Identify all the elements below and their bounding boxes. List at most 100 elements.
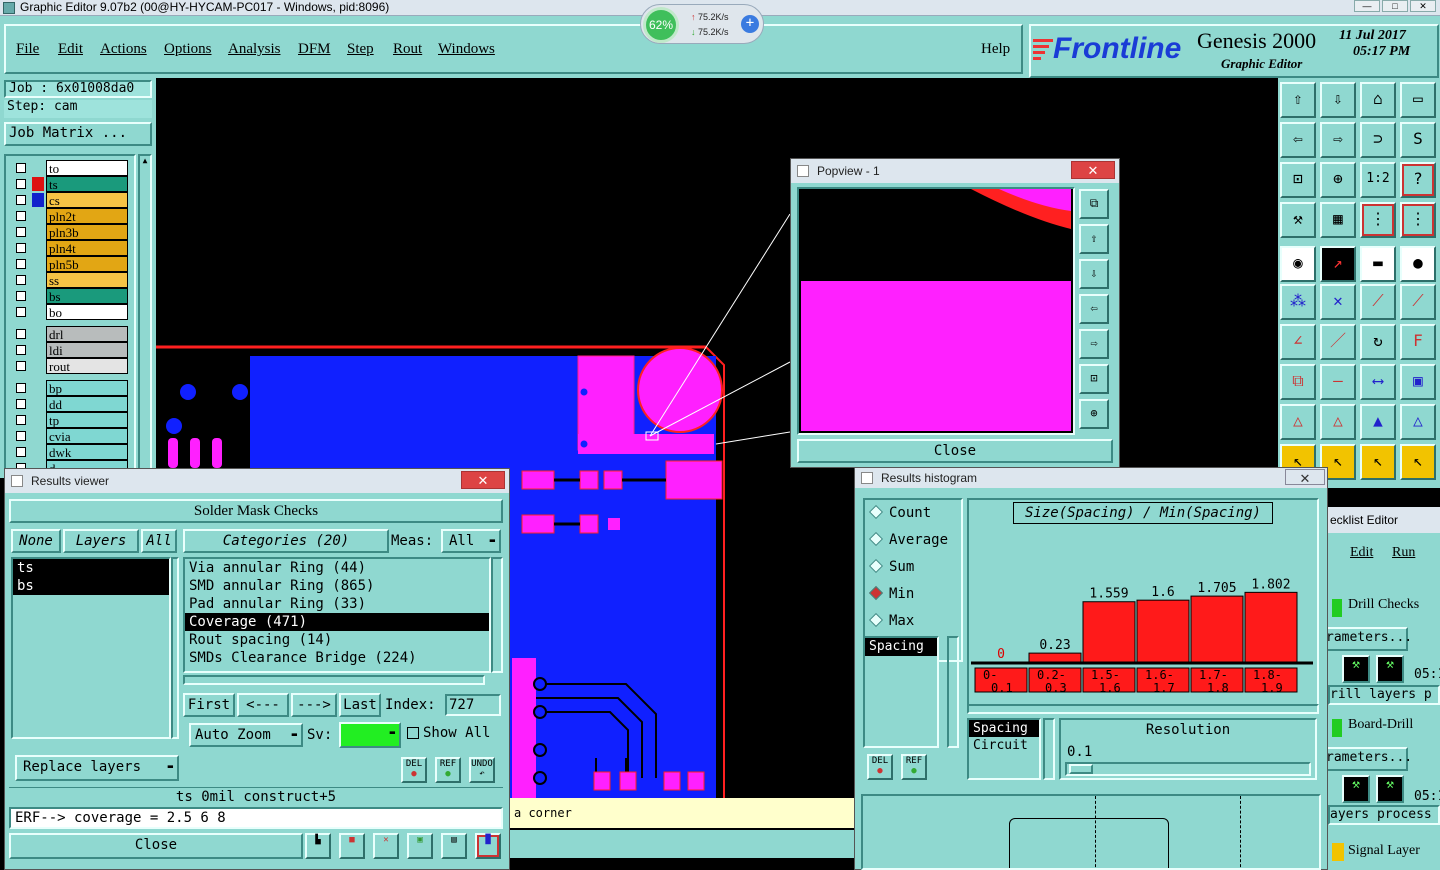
home-view-icon[interactable]: ⌂ bbox=[1360, 82, 1396, 118]
radio-max[interactable]: Max bbox=[868, 612, 914, 630]
radio-sum[interactable]: Sum bbox=[868, 558, 914, 576]
chart-icon[interactable]: ▙ bbox=[305, 833, 331, 859]
triangle-tool-icon[interactable]: △ bbox=[1280, 404, 1316, 440]
line-edit-icon[interactable]: ⟋ bbox=[1400, 284, 1436, 320]
menu-edit[interactable]: Edit bbox=[58, 41, 83, 58]
window-view-icon[interactable]: ▭ bbox=[1400, 82, 1436, 118]
pan-up-tool-icon[interactable]: ⇧ bbox=[1280, 82, 1316, 118]
pointer-edit-icon[interactable]: ↖ bbox=[1400, 444, 1436, 480]
triangle-measure-icon[interactable]: △ bbox=[1400, 404, 1436, 440]
pan-left-tool-icon[interactable]: ⇦ bbox=[1280, 122, 1316, 158]
layer-checkbox[interactable] bbox=[16, 383, 26, 393]
categories-button[interactable]: Categories (20) bbox=[183, 529, 389, 553]
popview-up-icon[interactable]: ⇧ bbox=[1079, 224, 1109, 254]
run-check-icon[interactable]: ⚒ bbox=[1342, 655, 1370, 683]
list-item[interactable]: bs bbox=[13, 577, 169, 595]
layer-name[interactable]: ts bbox=[46, 176, 128, 192]
close-icon[interactable]: ✕ bbox=[1285, 469, 1325, 486]
menu-dfm[interactable]: DFM bbox=[298, 41, 331, 58]
layer-row-ss[interactable]: ss bbox=[14, 272, 130, 288]
layer-name[interactable]: bp bbox=[46, 380, 128, 396]
layer-color-swatch[interactable] bbox=[32, 193, 44, 207]
radio-average[interactable]: Average bbox=[868, 531, 948, 549]
popview-down-icon[interactable]: ⇩ bbox=[1079, 259, 1109, 289]
layer-checkbox[interactable] bbox=[16, 329, 26, 339]
layer-checkbox[interactable] bbox=[16, 361, 26, 371]
layer-row-pln3b[interactable]: pln3b bbox=[14, 224, 130, 240]
zoom-fit-icon[interactable]: ⊡ bbox=[1280, 162, 1316, 198]
replace-layers-dropdown[interactable]: Replace layers ▬ bbox=[15, 755, 179, 781]
triangle-filled-icon[interactable]: ▲ bbox=[1360, 404, 1396, 440]
mirror-view-icon[interactable]: ⊃ bbox=[1360, 122, 1396, 158]
layer-row-to[interactable]: to bbox=[14, 160, 130, 176]
pan-right-tool-icon[interactable]: ⇨ bbox=[1320, 122, 1356, 158]
histogram-icon[interactable]: ▐▌ bbox=[475, 833, 501, 859]
layer-checkbox[interactable] bbox=[16, 307, 26, 317]
layer-scrollbar[interactable]: ▲ bbox=[138, 154, 152, 478]
layer-row-ts[interactable]: ts bbox=[14, 176, 130, 192]
green-marker-icon[interactable]: ▣ bbox=[407, 833, 433, 859]
popview-fit-icon[interactable]: ⊡ bbox=[1079, 364, 1109, 394]
layer-row-cvia[interactable]: cvia bbox=[14, 428, 130, 444]
select-feature-icon[interactable]: ◉ bbox=[1280, 246, 1316, 282]
popview-center-icon[interactable]: ⊕ bbox=[1079, 399, 1109, 429]
del-button[interactable]: DEL ● bbox=[401, 757, 427, 783]
maximize-button[interactable]: □ bbox=[1382, 0, 1408, 12]
list-item[interactable]: Circuit bbox=[969, 737, 1039, 754]
ref-off-icon[interactable]: ✕ bbox=[373, 833, 399, 859]
layer-name[interactable]: to bbox=[46, 160, 128, 176]
layer-checkbox[interactable] bbox=[16, 345, 26, 355]
layer-result-scrollbar[interactable] bbox=[171, 557, 179, 739]
layer-checkbox[interactable] bbox=[16, 447, 26, 457]
layer-color-swatch[interactable] bbox=[32, 177, 44, 191]
arc-tool-icon[interactable]: ↻ bbox=[1360, 324, 1396, 360]
layer-checkbox[interactable] bbox=[16, 399, 26, 409]
menu-analysis[interactable]: Analysis bbox=[228, 41, 281, 58]
list-item[interactable]: Spacing bbox=[969, 720, 1039, 737]
layer-name[interactable]: bs bbox=[46, 288, 128, 304]
layer-checkbox[interactable] bbox=[16, 275, 26, 285]
layer-row-pln2t[interactable]: pln2t bbox=[14, 208, 130, 224]
layer-checkbox[interactable] bbox=[16, 211, 26, 221]
popview-left-icon[interactable]: ⇦ bbox=[1079, 294, 1109, 324]
menu-file[interactable]: File bbox=[16, 41, 39, 58]
help-query-icon[interactable]: ? bbox=[1400, 162, 1436, 198]
run-check-alt-icon[interactable]: ⚒ bbox=[1376, 775, 1404, 803]
index-input[interactable]: 727 bbox=[445, 694, 501, 716]
layer-name[interactable]: dd bbox=[46, 396, 128, 412]
layer-name[interactable]: cs bbox=[46, 192, 128, 208]
meas-dropdown[interactable]: All ▬ bbox=[441, 529, 501, 553]
auto-zoom-dropdown[interactable]: Auto Zoom ▬ bbox=[189, 723, 303, 747]
first-button[interactable]: First bbox=[183, 693, 235, 717]
layer-name[interactable]: ldi bbox=[46, 342, 128, 358]
layer-checkbox[interactable] bbox=[16, 195, 26, 205]
popview-close-button[interactable]: Close bbox=[797, 439, 1113, 463]
filter-none-button[interactable]: None bbox=[11, 529, 61, 553]
close-icon[interactable]: ✕ bbox=[1071, 161, 1115, 179]
plus-icon[interactable]: + bbox=[741, 15, 759, 33]
layer-row-tp[interactable]: tp bbox=[14, 412, 130, 428]
grid-icon[interactable]: ▦ bbox=[1320, 202, 1356, 238]
pan-down-tool-icon[interactable]: ⇩ bbox=[1320, 82, 1356, 118]
parameters-button[interactable]: rameters... bbox=[1328, 627, 1412, 651]
zoom-1-to-2-icon[interactable]: 1:2 bbox=[1360, 162, 1396, 198]
category-hscrollbar[interactable] bbox=[183, 675, 485, 685]
layer-name[interactable]: pln5b bbox=[46, 256, 128, 272]
layer-row-drl[interactable]: drl bbox=[14, 326, 130, 342]
ref-button[interactable]: REF ● bbox=[435, 757, 461, 783]
layer-row-dd[interactable]: dd bbox=[14, 396, 130, 412]
red-square-icon[interactable]: ■ bbox=[339, 833, 365, 859]
layer-row-bo[interactable]: bo bbox=[14, 304, 130, 320]
list-item-selected[interactable]: Coverage (471) bbox=[185, 613, 489, 631]
list-item[interactable]: Pad annular Ring (33) bbox=[185, 595, 489, 613]
layer-row-bp[interactable]: bp bbox=[14, 380, 130, 396]
layer-name[interactable]: rout bbox=[46, 358, 128, 374]
pointer-move-icon[interactable]: ↖ bbox=[1360, 444, 1396, 480]
scroll-up-arrow-icon[interactable]: ▲ bbox=[140, 156, 150, 165]
layer-checkbox[interactable] bbox=[16, 179, 26, 189]
list-item[interactable]: SMD annular Ring (865) bbox=[185, 577, 489, 595]
text-tool-icon[interactable]: F bbox=[1400, 324, 1436, 360]
layer-row-dwk[interactable]: dwk bbox=[14, 444, 130, 460]
menu-windows[interactable]: Windows bbox=[438, 41, 495, 58]
run-check-alt-icon[interactable]: ⚒ bbox=[1376, 655, 1404, 683]
